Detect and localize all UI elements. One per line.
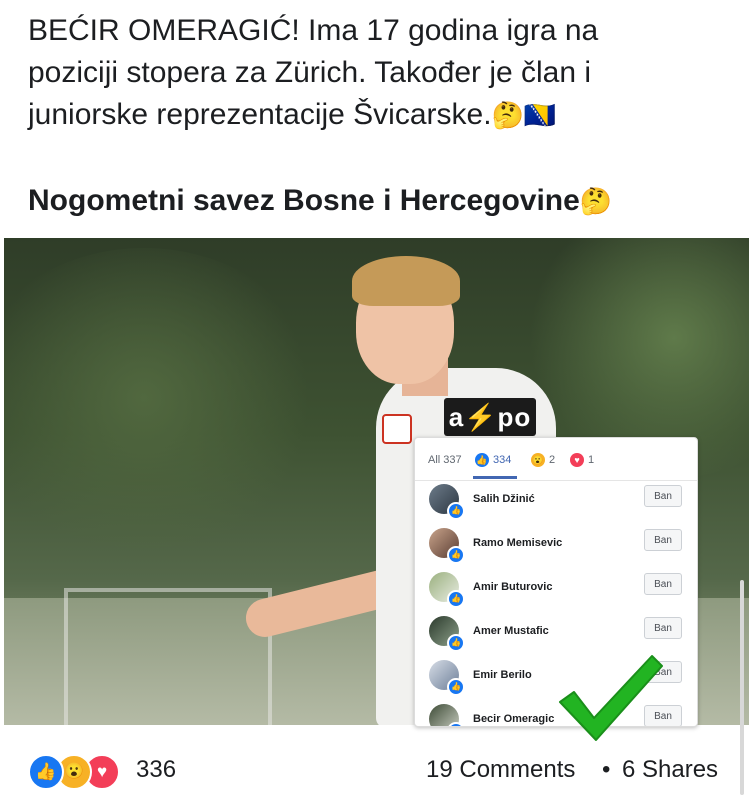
post-text: BEĆIR OMERAGIĆ! Ima 17 godina igra na po… xyxy=(28,10,728,136)
page-name-text: Nogometni savez Bosne i Hercegovine xyxy=(28,184,580,217)
tab-all[interactable]: All 337 xyxy=(428,452,462,472)
club-badge-icon xyxy=(382,414,412,444)
list-item: 👍 Ramo Memisevic Ban xyxy=(415,526,697,570)
like-icon: 👍 xyxy=(28,754,64,790)
shirt-sponsor-logo: a⚡po xyxy=(444,398,536,436)
shares-count[interactable]: 6 Shares xyxy=(622,756,718,784)
like-badge-icon: 👍 xyxy=(447,502,465,520)
ban-button[interactable]: Ban xyxy=(644,573,682,595)
tab-wow[interactable]: 😮 2 xyxy=(531,452,555,472)
thinking-emoji-icon: 🤔 xyxy=(579,186,613,216)
user-name[interactable]: Amir Buturovic xyxy=(473,581,552,593)
user-name[interactable]: Salih Džinić xyxy=(473,493,535,505)
like-badge-icon: 👍 xyxy=(447,546,465,564)
active-tab-indicator xyxy=(473,476,517,479)
user-name[interactable]: Ramo Memisevic xyxy=(473,537,562,549)
user-name[interactable]: Becir Omeragic xyxy=(473,713,554,725)
ban-button[interactable]: Ban xyxy=(644,617,682,639)
tab-like-count: 334 xyxy=(493,454,512,466)
post-text-line-3: juniorske reprezentacije Švicarske.🤔🇧🇦 xyxy=(28,94,728,136)
green-checkmark-icon xyxy=(559,655,663,741)
like-badge-icon: 👍 xyxy=(447,634,465,652)
tab-like[interactable]: 👍 334 xyxy=(475,452,511,472)
ban-button[interactable]: Ban xyxy=(644,485,682,507)
photo-goal-post xyxy=(64,588,272,725)
player-hair xyxy=(352,256,460,306)
separator-dot: • xyxy=(602,756,611,783)
bosnia-flag-icon: 🇧🇦 xyxy=(523,100,557,130)
user-name[interactable]: Emir Berilo xyxy=(473,669,532,681)
user-name[interactable]: Amer Mustafic xyxy=(473,625,549,637)
post-footer: 👍 😮 ♥ 336 19 Comments • 6 Shares xyxy=(0,742,753,800)
like-badge-icon: 👍 xyxy=(447,722,465,726)
post-text-line-3-text: juniorske reprezentacije Švicarske. xyxy=(28,98,492,131)
page-name[interactable]: Nogometni savez Bosne i Hercegovine🤔 xyxy=(28,180,612,222)
like-icon: 👍 xyxy=(475,453,489,468)
reaction-count[interactable]: 336 xyxy=(136,756,176,784)
list-item: 👍 Amir Buturovic Ban xyxy=(415,570,697,614)
ban-button[interactable]: Ban xyxy=(644,529,682,551)
list-item: 👍 Salih Džinić Ban xyxy=(415,482,697,526)
thinking-emoji-icon: 🤔 xyxy=(491,100,524,130)
tab-love-count: 1 xyxy=(588,454,595,466)
tab-wow-count: 2 xyxy=(549,454,556,466)
photo-background-foliage xyxy=(4,248,324,548)
wow-icon: 😮 xyxy=(531,453,545,468)
like-badge-icon: 👍 xyxy=(447,678,465,696)
like-badge-icon: 👍 xyxy=(447,590,465,608)
post-text-line-2: poziciji stopera za Zürich. Također je č… xyxy=(28,56,592,89)
love-icon: ♥ xyxy=(570,453,584,468)
comments-count[interactable]: 19 Comments xyxy=(426,756,575,784)
post-text-line-1: BEĆIR OMERAGIĆ! Ima 17 godina igra na xyxy=(28,14,599,47)
tab-love[interactable]: ♥ 1 xyxy=(570,452,594,472)
reaction-tabs: All 337 👍 334 😮 2 ♥ 1 xyxy=(415,438,697,481)
